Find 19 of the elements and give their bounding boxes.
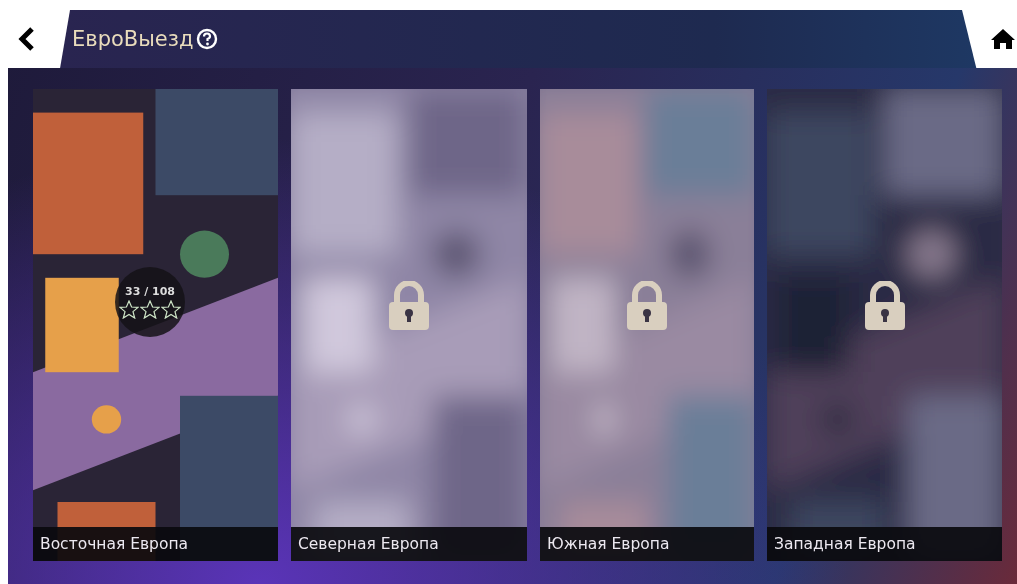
star-icon (161, 300, 181, 319)
region-card[interactable]: 33 / 108 Восточная Европа (33, 89, 278, 561)
progress-count: 33 / 108 (125, 285, 175, 298)
region-card[interactable]: Южная Европа (540, 89, 754, 561)
region-name: Восточная Европа (33, 527, 278, 561)
star-icon (140, 300, 160, 319)
back-icon (18, 27, 36, 51)
help-icon[interactable] (196, 28, 219, 50)
region-card[interactable]: Западная Европа (767, 89, 1002, 561)
region-card[interactable]: Северная Европа (291, 89, 527, 561)
region-name: Западная Европа (767, 527, 1002, 561)
page-title: ЕвроВыезд (72, 27, 194, 51)
home-icon (990, 28, 1016, 50)
lock-icon (863, 281, 906, 331)
lock-icon (626, 281, 668, 331)
region-name: Южная Европа (540, 527, 754, 561)
region-name: Северная Европа (291, 527, 527, 561)
star-icon (119, 300, 139, 319)
lock-icon (388, 281, 430, 331)
